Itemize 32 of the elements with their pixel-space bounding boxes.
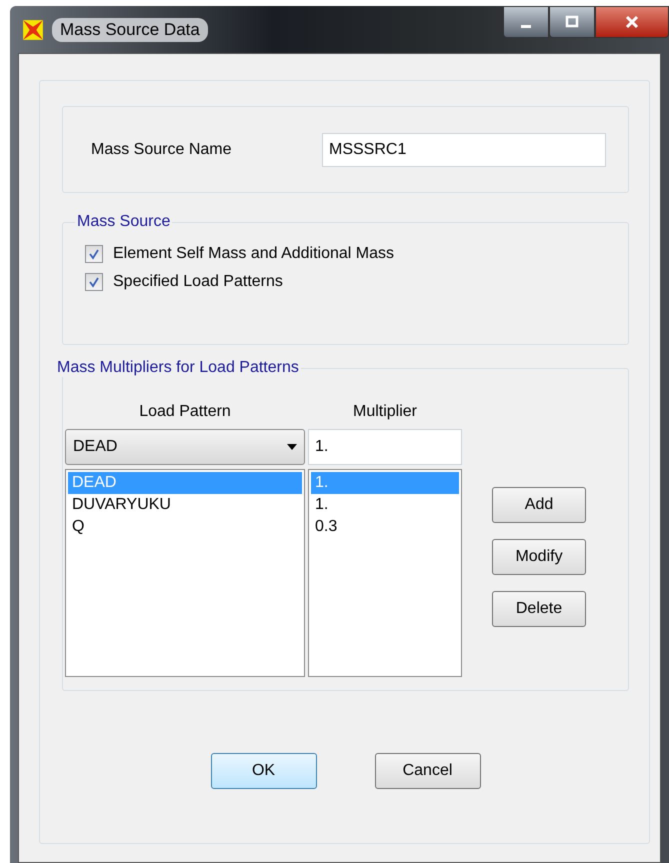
checkmark-icon — [88, 248, 100, 260]
maximize-button[interactable] — [549, 6, 595, 38]
checkbox[interactable] — [85, 273, 103, 291]
dialog-button[interactable]: OK — [210, 753, 316, 789]
list-item[interactable]: Q — [68, 516, 302, 538]
minimize-button[interactable] — [503, 6, 549, 38]
field-label: Mass Source Name — [91, 140, 232, 158]
close-icon — [624, 14, 640, 30]
list-item[interactable]: 0.3 — [311, 516, 459, 538]
checkmark-icon — [88, 276, 100, 288]
group-title: Mass Source — [76, 213, 172, 231]
dialog-button[interactable]: Cancel — [374, 753, 480, 789]
checkbox[interactable] — [85, 245, 103, 263]
caret-icon — [287, 444, 297, 450]
app-logo-icon — [22, 18, 44, 40]
close-button[interactable] — [595, 6, 669, 38]
list-action-button[interactable]: Add — [492, 487, 586, 523]
list-item[interactable]: 1. — [311, 494, 459, 516]
load-pattern-dropdown[interactable]: DEAD — [65, 429, 305, 465]
checkbox-label: Element Self Mass and Additional Mass — [113, 245, 394, 263]
column-header: Multiplier — [352, 403, 417, 421]
window-title: Mass Source Data — [52, 18, 208, 42]
minimize-icon — [521, 24, 531, 28]
checkbox-label: Specified Load Patterns — [113, 273, 283, 291]
list-action-button[interactable]: Delete — [492, 591, 586, 627]
column-header: Load Pattern — [139, 403, 231, 421]
multiplier-input-field[interactable]: 1. — [308, 429, 462, 465]
maximize-icon — [564, 14, 580, 30]
group-title: Mass Multipliers for Load Patterns — [56, 359, 300, 377]
name-input-field[interactable]: MSSSRC1 — [322, 132, 606, 166]
list-item[interactable]: DUVARYUKU — [68, 494, 302, 516]
list-action-button[interactable]: Modify — [492, 539, 586, 575]
